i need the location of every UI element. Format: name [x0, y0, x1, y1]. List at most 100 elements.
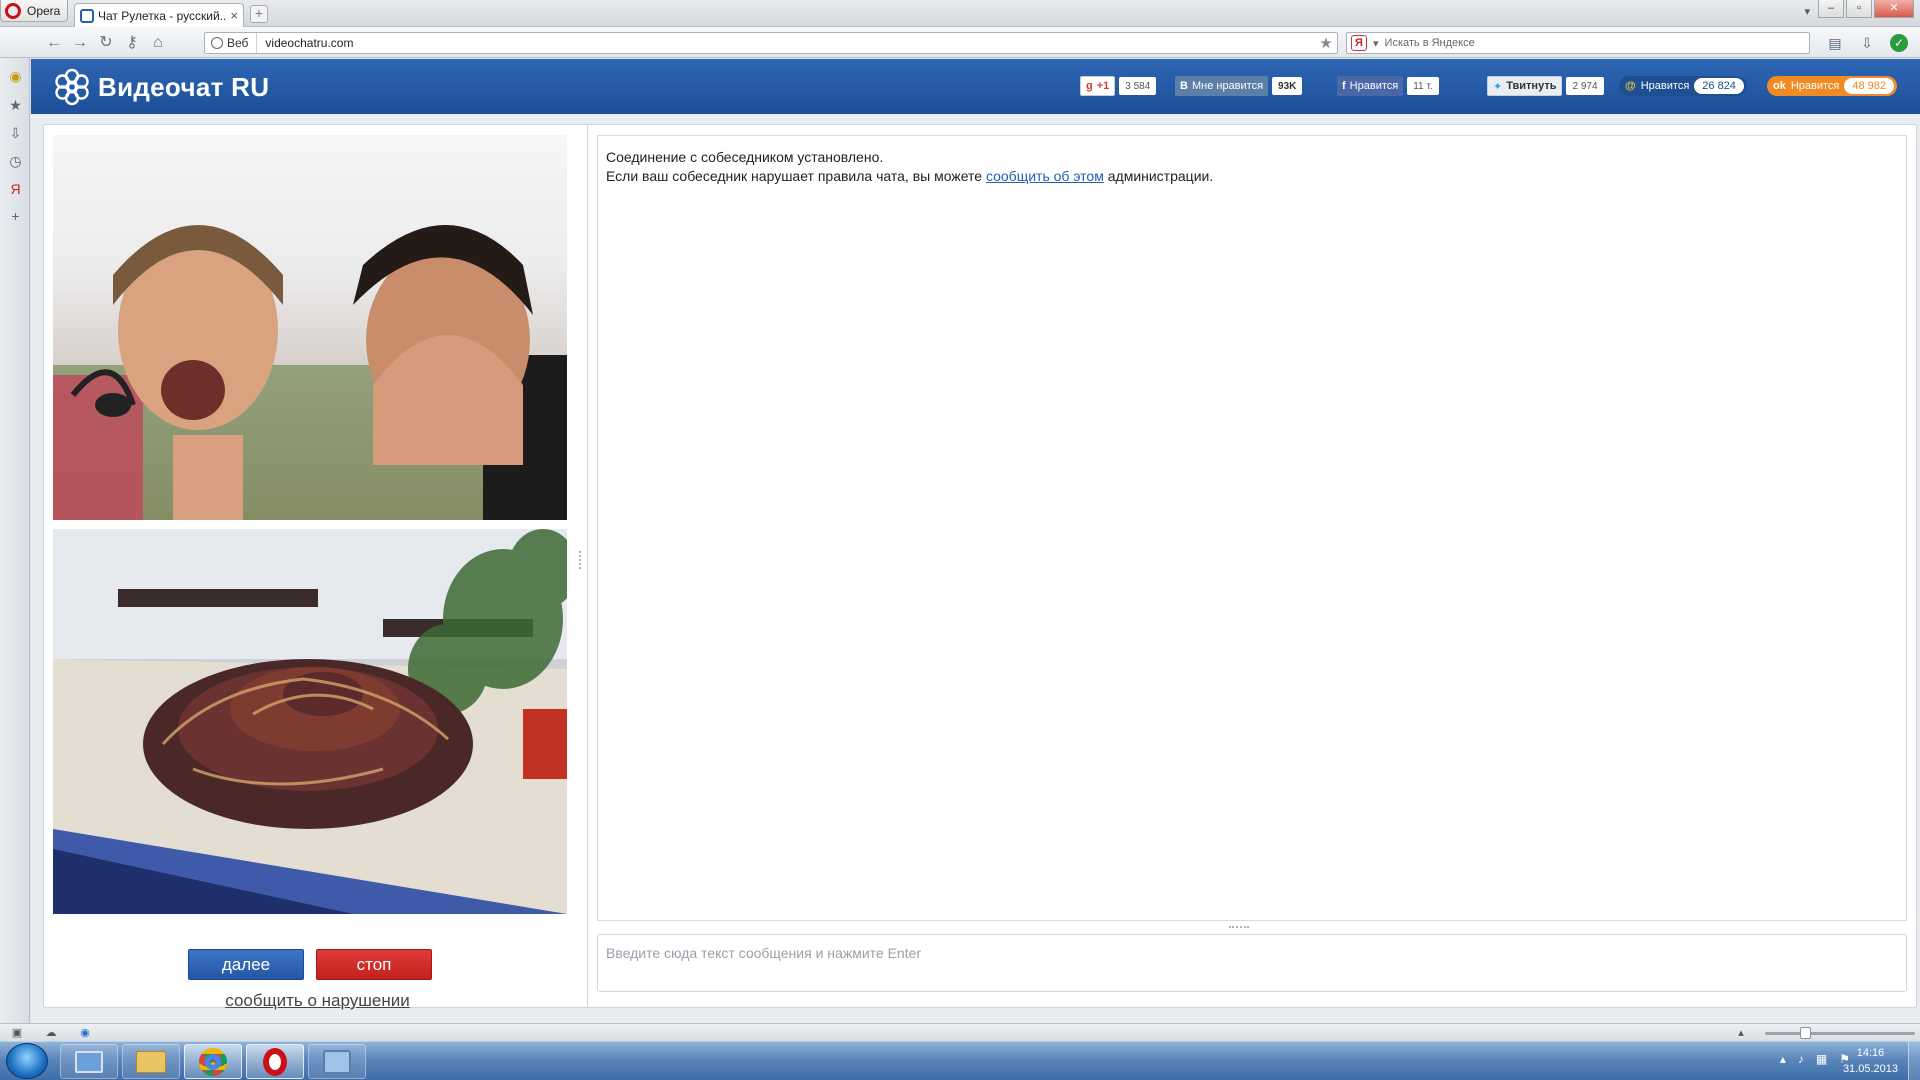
site-header: Видеочат RU g +1 3 584 B Мне нравится 93…	[31, 59, 1920, 114]
page-icon[interactable]: ▤	[1826, 34, 1844, 52]
website-viewport: Видеочат RU g +1 3 584 B Мне нравится 93…	[31, 59, 1920, 1023]
sync-icon[interactable]: ◉	[78, 1026, 92, 1040]
app-window-icon	[323, 1049, 351, 1074]
search-input[interactable]: Я ▾ Искать в Яндексе	[1346, 32, 1810, 54]
site-favicon-icon	[80, 8, 94, 23]
gplus-button[interactable]: g +1	[1080, 76, 1116, 96]
folder-icon	[136, 1050, 166, 1073]
tab-close-icon[interactable]: ×	[230, 8, 238, 23]
message-input[interactable]: Введите сюда текст сообщения и нажмите E…	[597, 934, 1907, 992]
gplus-icon: g	[1086, 80, 1093, 92]
globe-icon	[211, 37, 223, 49]
bookmark-star-icon[interactable]: ★	[1315, 34, 1337, 52]
odnoklassniki-button[interactable]: ok Нравится 48 982	[1767, 76, 1898, 96]
taskbar-chrome[interactable]	[184, 1044, 242, 1079]
browser-tab-active[interactable]: Чат Рулетка - русский... ×	[74, 3, 244, 27]
taskbar-opera[interactable]	[246, 1044, 304, 1079]
panel-toggle-icon[interactable]: ▣	[10, 1026, 24, 1040]
odnoklassniki-label: Нравится	[1790, 80, 1840, 92]
opera-menu-button[interactable]: Opera	[0, 0, 68, 22]
taskbar-explorer[interactable]	[122, 1044, 180, 1079]
window-controls: – ▫ ✕	[1818, 0, 1914, 18]
search-dropdown-chevron-down-icon[interactable]: ▾	[1373, 37, 1379, 50]
vk-label: Мне нравится	[1191, 80, 1264, 92]
vk-icon: B	[1180, 80, 1188, 92]
opera-side-panel: ◉ ★ ⇩ ◷ Я +	[0, 58, 30, 1023]
chat-panel: Соединение с собеседником установлено. Е…	[587, 124, 1917, 1008]
chrome-icon	[199, 1047, 227, 1076]
yandex-icon[interactable]: Я	[1351, 35, 1367, 51]
chat-resize-handle[interactable]	[1229, 926, 1249, 930]
report-admin-link[interactable]: сообщить об этом	[986, 168, 1104, 184]
mail-icon[interactable]: ◉	[7, 68, 24, 85]
facebook-button[interactable]: f Нравится	[1337, 76, 1404, 96]
search-placeholder: Искать в Яндексе	[1384, 37, 1475, 49]
twitter-count: 2 974	[1566, 77, 1604, 95]
vk-button[interactable]: B Мне нравится	[1175, 76, 1269, 96]
next-button[interactable]: далее	[188, 949, 304, 980]
windows-taskbar: ▴ ♪ ▦ ⚑ 14:16 31.05.2013	[0, 1041, 1920, 1080]
forward-arrow-icon[interactable]: →	[70, 33, 90, 53]
address-field[interactable]: Веб videochatru.com ★	[204, 32, 1338, 54]
volume-icon[interactable]: ♪	[1798, 1052, 1804, 1066]
odnoklassniki-icon: ok	[1773, 80, 1786, 92]
gplus-label: +1	[1096, 80, 1110, 92]
rules-text-end: администрации.	[1103, 168, 1214, 184]
odnoklassniki-share[interactable]: ok Нравится 48 982	[1767, 76, 1898, 96]
show-desktop-button[interactable]	[1908, 1042, 1920, 1080]
add-panel-plus-icon[interactable]: +	[7, 208, 24, 225]
address-mode-label: Веб	[227, 36, 249, 50]
opera-logo-icon	[5, 2, 21, 19]
reload-icon[interactable]: ↻	[96, 33, 116, 53]
home-icon[interactable]: ⌂	[148, 33, 168, 53]
mailru-at-icon: @	[1625, 80, 1636, 92]
report-violation-link[interactable]: сообщить о нарушении	[44, 991, 591, 1011]
download-icon[interactable]: ⇩	[1858, 34, 1876, 52]
facebook-count: 11 т.	[1407, 77, 1439, 95]
mailru-button[interactable]: @ Нравится 26 824	[1619, 76, 1747, 96]
vk-share[interactable]: B Мне нравится 93K	[1175, 76, 1303, 96]
zoom-slider[interactable]	[1765, 1032, 1915, 1035]
key-icon[interactable]: ⚷	[122, 33, 142, 53]
flower-logo-icon[interactable]	[53, 68, 91, 106]
start-button-windows-icon[interactable]	[6, 1043, 48, 1079]
mailru-share[interactable]: @ Нравится 26 824	[1619, 76, 1747, 96]
mailru-label: Нравится	[1640, 80, 1690, 92]
network-icon[interactable]: ▦	[1816, 1052, 1827, 1066]
view-toggle-up-icon[interactable]: ▴	[1734, 1026, 1748, 1040]
taskbar-app[interactable]	[308, 1044, 366, 1079]
bookmarks-star-icon[interactable]: ★	[7, 97, 24, 114]
site-logo-text[interactable]: Видеочат RU	[98, 72, 269, 103]
yandex-panel-icon[interactable]: Я	[7, 181, 24, 198]
chat-messages: Соединение с собеседником установлено. Е…	[597, 135, 1907, 921]
taskbar-control-panel[interactable]	[60, 1044, 118, 1079]
new-tab-button[interactable]: +	[250, 5, 268, 23]
browser-tab-bar: Opera Чат Рулетка - русский... × + ▾ – ▫…	[0, 0, 1920, 27]
zoom-slider-handle[interactable]	[1800, 1027, 1811, 1039]
stop-button[interactable]: стоп	[316, 949, 432, 980]
control-panel-icon	[75, 1050, 103, 1073]
gplus-share[interactable]: g +1 3 584	[1080, 76, 1157, 96]
twitter-button[interactable]: ✦ Твитнуть	[1487, 76, 1563, 96]
checkmark-icon[interactable]: ✓	[1890, 34, 1908, 52]
rules-text-start: Если ваш собеседник нарушает правила чат…	[606, 168, 986, 184]
browser-status-bar: ▣ ☁ ◉ ▴	[0, 1023, 1920, 1041]
turbo-cloud-icon[interactable]: ☁	[44, 1026, 58, 1040]
own-video	[53, 529, 567, 914]
twitter-share[interactable]: ✦ Твитнуть 2 974	[1487, 76, 1604, 96]
tab-list-chevron-down-icon[interactable]: ▾	[1804, 5, 1810, 18]
system-message-connected: Соединение с собеседником установлено.	[606, 149, 884, 165]
maximize-button[interactable]: ▫	[1846, 0, 1872, 18]
minimize-button[interactable]: –	[1818, 0, 1844, 18]
taskbar-clock[interactable]: 14:16 31.05.2013	[1843, 1045, 1898, 1077]
tray-expand-icon[interactable]: ▴	[1780, 1052, 1786, 1066]
address-mode-badge[interactable]: Веб	[205, 33, 258, 53]
history-clock-icon[interactable]: ◷	[7, 153, 24, 170]
url-text[interactable]: videochatru.com	[257, 36, 1315, 50]
clock-date: 31.05.2013	[1842, 1063, 1898, 1075]
panel-resize-handle[interactable]	[579, 551, 583, 569]
facebook-share[interactable]: f Нравится 11 т.	[1337, 76, 1439, 96]
window-close-button[interactable]: ✕	[1874, 0, 1914, 18]
downloads-icon[interactable]: ⇩	[7, 125, 24, 142]
back-arrow-icon[interactable]: ←	[44, 33, 64, 53]
